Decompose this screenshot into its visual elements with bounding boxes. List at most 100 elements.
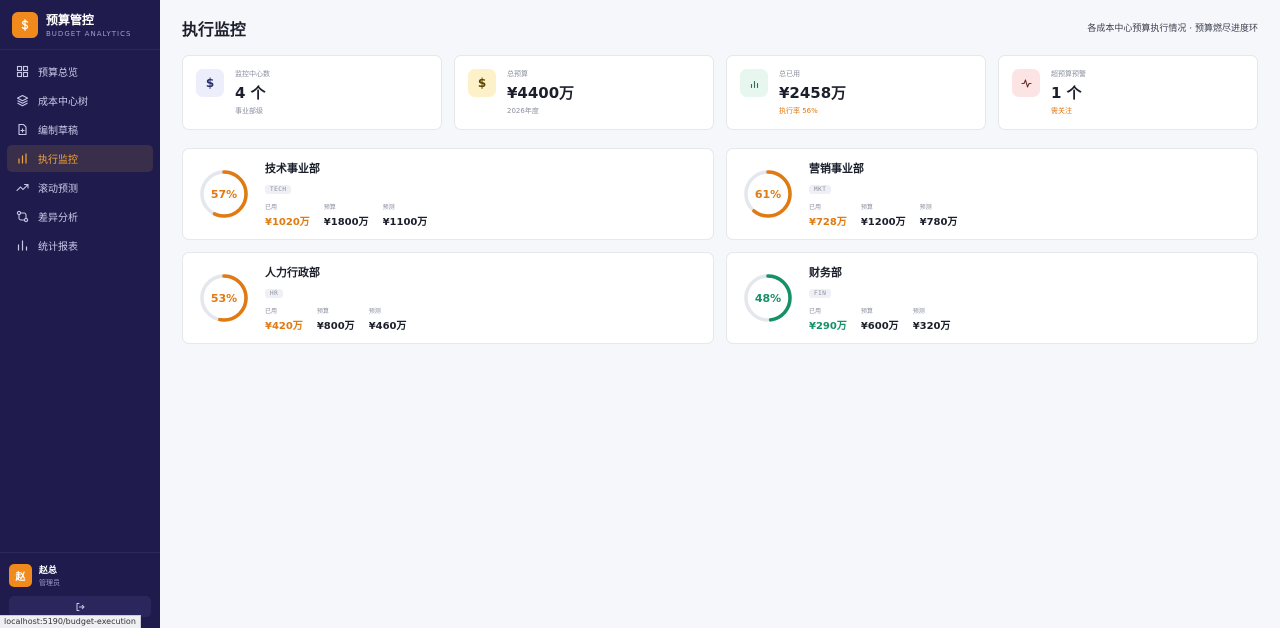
used-value: ¥1020万 bbox=[265, 217, 310, 228]
forecast-label: 预测 bbox=[382, 204, 395, 211]
stat-card-centers: $ 监控中心数 4 个 事业部级 bbox=[182, 55, 442, 130]
progress-ring: 53% bbox=[199, 273, 249, 323]
stat-label: 总已用 bbox=[779, 70, 800, 78]
sidebar-item-label: 统计报表 bbox=[38, 242, 78, 253]
bar-chart-icon bbox=[16, 152, 29, 165]
progress-percent: 53% bbox=[210, 291, 238, 305]
user-name: 赵总 bbox=[39, 566, 58, 576]
stat-card-over-budget: 超预算预警 1 个 需关注 bbox=[998, 55, 1258, 130]
progress-ring: 61% bbox=[743, 169, 793, 219]
sidebar-item-label: 成本中心树 bbox=[38, 97, 88, 108]
status-url: localhost:5190/budget-execution bbox=[0, 615, 141, 628]
brand-subtitle: BUDGET ANALYTICS bbox=[46, 30, 132, 38]
stat-card-total-used: 总已用 ¥2458万 执行率 56% bbox=[726, 55, 986, 130]
logout-icon bbox=[75, 597, 85, 616]
sidebar-nav: 预算总览 成本中心树 编制草稿 执行监控 滚动预测 差异分析 统计报表 bbox=[0, 58, 160, 259]
forecast-value: ¥1100万 bbox=[382, 217, 428, 228]
department-name: 财务部 bbox=[809, 266, 842, 279]
department-code-badge: FIN bbox=[809, 289, 832, 298]
sidebar-item-cost-center-tree[interactable]: 成本中心树 bbox=[7, 87, 153, 114]
dollar-icon bbox=[12, 11, 38, 38]
used-label: 已用 bbox=[265, 308, 278, 315]
logout-button[interactable] bbox=[9, 596, 151, 617]
file-plus-icon bbox=[16, 123, 29, 136]
department-name: 技术事业部 bbox=[265, 162, 320, 175]
budget-label: 预算 bbox=[316, 308, 329, 315]
bar-chart-icon bbox=[740, 69, 768, 97]
stat-label: 总预算 bbox=[507, 70, 528, 78]
department-grid: 57% 技术事业部 TECH 已用 ¥1020万 预算 ¥1800万 预测 ¥1100… bbox=[182, 148, 1258, 344]
stat-note: 执行率 56% bbox=[779, 107, 818, 115]
sidebar-item-label: 执行监控 bbox=[38, 155, 78, 166]
avatar[interactable]: 赵 bbox=[9, 564, 32, 587]
stats-icon bbox=[16, 239, 29, 252]
used-label: 已用 bbox=[809, 204, 822, 211]
sidebar-item-label: 预算总览 bbox=[38, 68, 78, 79]
used-label: 已用 bbox=[265, 204, 278, 211]
department-name: 营销事业部 bbox=[809, 162, 864, 175]
used-label: 已用 bbox=[809, 308, 822, 315]
sidebar-item-drafts[interactable]: 编制草稿 bbox=[7, 116, 153, 143]
forecast-label: 预测 bbox=[368, 308, 381, 315]
stat-value: 4 个 bbox=[235, 84, 266, 102]
progress-percent: 57% bbox=[210, 187, 238, 201]
department-code-badge: TECH bbox=[265, 185, 292, 194]
forecast-label: 预测 bbox=[919, 204, 932, 211]
department-name: 人力行政部 bbox=[265, 266, 320, 279]
dollar-icon: $ bbox=[468, 69, 496, 97]
forecast-value: ¥780万 bbox=[919, 217, 958, 228]
progress-ring: 57% bbox=[199, 169, 249, 219]
dollar-icon: $ bbox=[196, 69, 224, 97]
sidebar: 预算管控 BUDGET ANALYTICS 预算总览 成本中心树 编制草稿 执行… bbox=[0, 0, 160, 628]
sidebar-item-label: 差异分析 bbox=[38, 213, 78, 224]
stat-cards: $ 监控中心数 4 个 事业部级 $ 总预算 ¥4400万 2026年度 总已用… bbox=[182, 55, 1258, 130]
progress-ring: 48% bbox=[743, 273, 793, 323]
page-title: 执行监控 bbox=[182, 20, 247, 39]
sidebar-item-label: 编制草稿 bbox=[38, 126, 78, 137]
budget-label: 预算 bbox=[323, 204, 336, 211]
stat-label: 超预算预警 bbox=[1051, 70, 1086, 78]
progress-percent: 48% bbox=[754, 291, 782, 305]
sidebar-item-variance-analysis[interactable]: 差异分析 bbox=[7, 203, 153, 230]
department-card-finance[interactable]: 48% 财务部 FIN 已用 ¥290万 预算 ¥600万 预测 ¥320万 bbox=[726, 252, 1258, 344]
department-card-marketing[interactable]: 61% 营销事业部 MKT 已用 ¥728万 预算 ¥1200万 预测 ¥780万 bbox=[726, 148, 1258, 240]
brand-title: 预算管控 bbox=[46, 13, 95, 27]
budget-label: 预算 bbox=[860, 204, 873, 211]
department-card-tech[interactable]: 57% 技术事业部 TECH 已用 ¥1020万 预算 ¥1800万 预测 ¥1100… bbox=[182, 148, 714, 240]
stat-value: ¥4400万 bbox=[507, 84, 575, 102]
used-value: ¥420万 bbox=[265, 321, 303, 332]
forecast-value: ¥460万 bbox=[368, 321, 407, 332]
grid-icon bbox=[16, 65, 29, 78]
stat-card-total-budget: $ 总预算 ¥4400万 2026年度 bbox=[454, 55, 714, 130]
stat-label: 监控中心数 bbox=[235, 70, 270, 78]
used-value: ¥290万 bbox=[809, 321, 847, 332]
sidebar-item-label: 滚动预测 bbox=[38, 184, 78, 195]
sidebar-item-execution-monitor[interactable]: 执行监控 bbox=[7, 145, 153, 172]
stat-note: 2026年度 bbox=[507, 107, 539, 115]
page-subtitle: 各成本中心预算执行情况 · 预算燃尽进度环 bbox=[1087, 24, 1258, 34]
department-card-hr[interactable]: 53% 人力行政部 HR 已用 ¥420万 预算 ¥800万 预测 ¥460万 bbox=[182, 252, 714, 344]
brand[interactable]: 预算管控 BUDGET ANALYTICS bbox=[0, 0, 160, 50]
budget-label: 预算 bbox=[860, 308, 873, 315]
user-role: 管理员 bbox=[39, 579, 60, 587]
forecast-value: ¥320万 bbox=[912, 321, 951, 332]
progress-percent: 61% bbox=[754, 187, 782, 201]
forecast-label: 预测 bbox=[912, 308, 925, 315]
main-content: 执行监控 各成本中心预算执行情况 · 预算燃尽进度环 $ 监控中心数 4 个 事… bbox=[160, 0, 1280, 628]
department-code-badge: HR bbox=[265, 289, 284, 298]
used-value: ¥728万 bbox=[809, 217, 847, 228]
sidebar-item-overview[interactable]: 预算总览 bbox=[7, 58, 153, 85]
department-code-badge: MKT bbox=[809, 185, 832, 194]
stat-value: ¥2458万 bbox=[779, 84, 847, 102]
git-compare-icon bbox=[16, 210, 29, 223]
stat-note: 需关注 bbox=[1051, 107, 1072, 115]
layers-icon bbox=[16, 94, 29, 107]
budget-value: ¥1800万 bbox=[323, 217, 369, 228]
stat-value: 1 个 bbox=[1051, 84, 1082, 102]
sidebar-item-reports[interactable]: 统计报表 bbox=[7, 232, 153, 259]
stat-note: 事业部级 bbox=[235, 107, 263, 115]
budget-value: ¥800万 bbox=[316, 321, 355, 332]
trending-up-icon bbox=[16, 181, 29, 194]
sidebar-item-rolling-forecast[interactable]: 滚动预测 bbox=[7, 174, 153, 201]
budget-value: ¥600万 bbox=[860, 321, 899, 332]
